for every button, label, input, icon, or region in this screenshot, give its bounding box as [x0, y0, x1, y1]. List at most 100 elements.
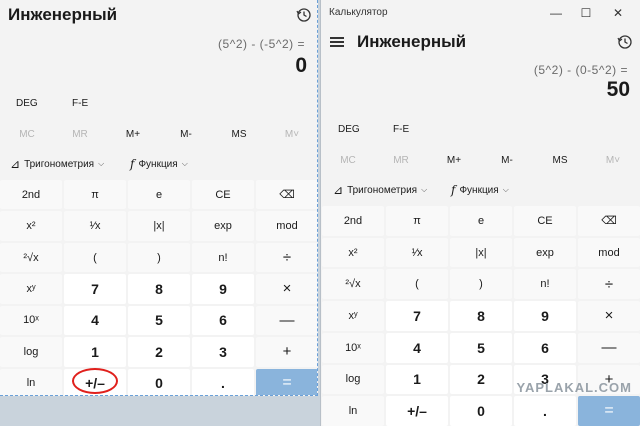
- second-button[interactable]: 2nd: [322, 206, 384, 236]
- maximize-icon[interactable]: ☐: [573, 3, 599, 23]
- watermark: YAPLAKAL.COM: [516, 380, 632, 395]
- digit-6-button[interactable]: 6: [192, 305, 254, 336]
- fe-button[interactable]: F-E: [393, 124, 409, 135]
- history-icon[interactable]: [617, 34, 633, 50]
- memory-list-button[interactable]: M˅: [599, 155, 627, 166]
- equals-button[interactable]: =: [256, 368, 317, 395]
- memory-subtract-button[interactable]: M-: [172, 129, 200, 140]
- memory-store-button[interactable]: MS: [225, 129, 253, 140]
- square-button[interactable]: x²: [322, 237, 384, 268]
- exp-button[interactable]: exp: [514, 237, 576, 268]
- negate-button[interactable]: +/–: [386, 396, 448, 426]
- abs-button[interactable]: |x|: [450, 237, 512, 268]
- subtract-button[interactable]: —: [256, 305, 317, 336]
- backspace-button[interactable]: ⌫: [578, 206, 640, 236]
- expression: (5^2) - (-5^2) =: [218, 37, 305, 51]
- fe-button[interactable]: F-E: [72, 98, 88, 109]
- trig-label: Тригонометрия: [347, 184, 418, 196]
- angle-unit-button[interactable]: DEG: [16, 98, 38, 109]
- history-icon[interactable]: [296, 7, 312, 23]
- second-button[interactable]: 2nd: [0, 180, 62, 210]
- function-dropdown[interactable]: f Функция ⌵: [130, 157, 188, 171]
- digit-2-button[interactable]: 2: [128, 337, 190, 367]
- function-label: Функция: [138, 158, 178, 170]
- digit-0-button[interactable]: 0: [128, 368, 190, 395]
- function-dropdown[interactable]: f Функция ⌵: [451, 183, 509, 197]
- digit-4-button[interactable]: 4: [64, 305, 126, 336]
- angle-unit-button[interactable]: DEG: [338, 124, 360, 135]
- power-button[interactable]: xʸ: [0, 274, 62, 304]
- memory-list-button[interactable]: M˅: [278, 129, 306, 140]
- sqrt-button[interactable]: ²√x: [322, 269, 384, 300]
- exp-button[interactable]: exp: [192, 211, 254, 241]
- ln-button[interactable]: ln: [0, 368, 62, 395]
- ten-power-button[interactable]: 10ˣ: [322, 332, 384, 363]
- mod-button[interactable]: mod: [256, 211, 317, 241]
- sqrt-button[interactable]: ²√x: [0, 242, 62, 273]
- mod-button[interactable]: mod: [578, 237, 640, 268]
- add-button[interactable]: +: [256, 337, 317, 367]
- chevron-down-icon: ⌵: [502, 185, 509, 194]
- close-paren-button[interactable]: ): [450, 269, 512, 300]
- open-paren-button[interactable]: (: [64, 242, 126, 273]
- decimal-button[interactable]: .: [514, 396, 576, 426]
- digit-6-button[interactable]: 6: [514, 332, 576, 363]
- minimize-icon[interactable]: —: [543, 3, 569, 23]
- memory-add-button[interactable]: M+: [440, 155, 468, 166]
- digit-5-button[interactable]: 5: [128, 305, 190, 336]
- digit-2-button[interactable]: 2: [450, 364, 512, 395]
- open-paren-button[interactable]: (: [386, 269, 448, 300]
- digit-7-button[interactable]: 7: [386, 301, 448, 331]
- digit-8-button[interactable]: 8: [128, 274, 190, 304]
- close-icon[interactable]: ✕: [605, 3, 631, 23]
- digit-0-button[interactable]: 0: [450, 396, 512, 426]
- close-paren-button[interactable]: ): [128, 242, 190, 273]
- menu-icon[interactable]: [330, 37, 344, 47]
- chevron-down-icon: ⌵: [421, 185, 428, 194]
- result-display: 50: [606, 78, 630, 101]
- trig-dropdown[interactable]: ⊿ Тригонометрия ⌵: [10, 157, 104, 171]
- memory-clear-button[interactable]: MC: [334, 155, 362, 166]
- digit-7-button[interactable]: 7: [64, 274, 126, 304]
- factorial-button[interactable]: n!: [514, 269, 576, 300]
- digit-1-button[interactable]: 1: [64, 337, 126, 367]
- memory-store-button[interactable]: MS: [546, 155, 574, 166]
- square-button[interactable]: x²: [0, 211, 62, 241]
- divide-button[interactable]: ÷: [578, 269, 640, 300]
- digit-5-button[interactable]: 5: [450, 332, 512, 363]
- digit-1-button[interactable]: 1: [386, 364, 448, 395]
- memory-recall-button[interactable]: MR: [66, 129, 94, 140]
- memory-subtract-button[interactable]: M-: [493, 155, 521, 166]
- log-button[interactable]: log: [0, 337, 62, 367]
- backspace-button[interactable]: ⌫: [256, 180, 317, 210]
- reciprocal-button[interactable]: ¹⁄x: [386, 237, 448, 268]
- digit-9-button[interactable]: 9: [514, 301, 576, 331]
- trig-dropdown[interactable]: ⊿ Тригонометрия ⌵: [333, 183, 427, 197]
- equals-button[interactable]: =: [578, 396, 640, 426]
- log-button[interactable]: log: [322, 364, 384, 395]
- digit-8-button[interactable]: 8: [450, 301, 512, 331]
- memory-clear-button[interactable]: MC: [13, 129, 41, 140]
- digit-9-button[interactable]: 9: [192, 274, 254, 304]
- decimal-button[interactable]: .: [192, 368, 254, 395]
- reciprocal-button[interactable]: ¹⁄x: [64, 211, 126, 241]
- abs-button[interactable]: |x|: [128, 211, 190, 241]
- memory-add-button[interactable]: M+: [119, 129, 147, 140]
- multiply-button[interactable]: ×: [256, 274, 317, 304]
- ln-button[interactable]: ln: [322, 396, 384, 426]
- multiply-button[interactable]: ×: [578, 301, 640, 331]
- clear-entry-button[interactable]: CE: [514, 206, 576, 236]
- digit-3-button[interactable]: 3: [192, 337, 254, 367]
- memory-recall-button[interactable]: MR: [387, 155, 415, 166]
- pi-button[interactable]: π: [386, 206, 448, 236]
- euler-button[interactable]: e: [450, 206, 512, 236]
- clear-entry-button[interactable]: CE: [192, 180, 254, 210]
- divide-button[interactable]: ÷: [256, 242, 317, 273]
- pi-button[interactable]: π: [64, 180, 126, 210]
- power-button[interactable]: xʸ: [322, 301, 384, 331]
- digit-4-button[interactable]: 4: [386, 332, 448, 363]
- euler-button[interactable]: e: [128, 180, 190, 210]
- subtract-button[interactable]: —: [578, 332, 640, 363]
- ten-power-button[interactable]: 10ˣ: [0, 305, 62, 336]
- factorial-button[interactable]: n!: [192, 242, 254, 273]
